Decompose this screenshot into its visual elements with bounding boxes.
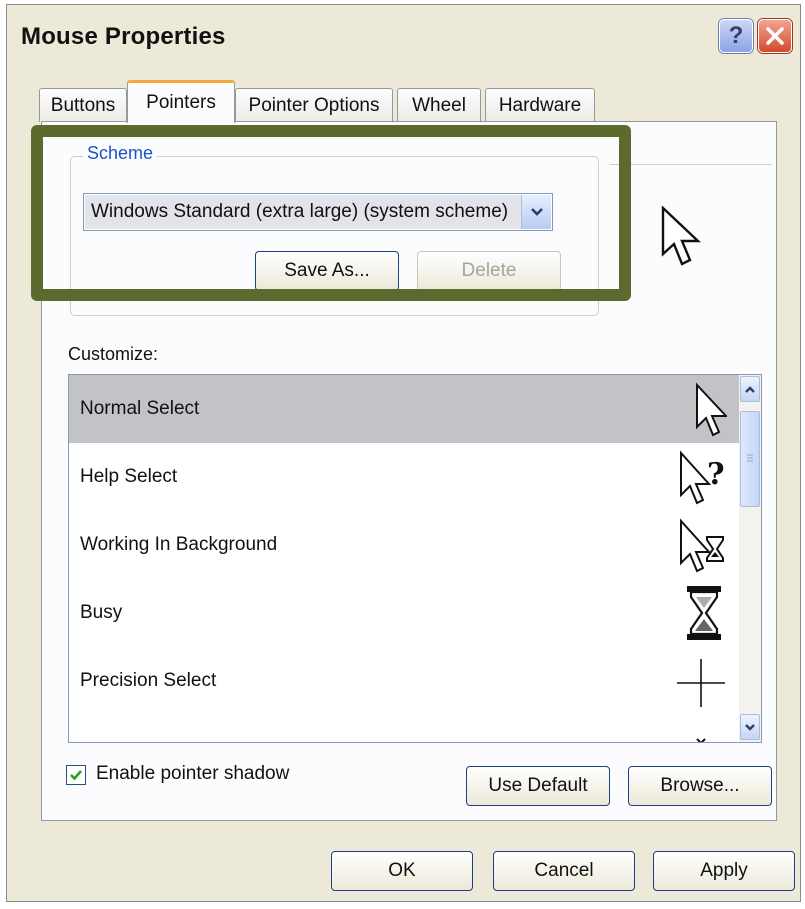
scroll-down-button[interactable] <box>740 714 760 740</box>
cancel-button[interactable]: Cancel <box>493 851 635 891</box>
tab-pointers[interactable]: Pointers <box>127 80 235 123</box>
list-item[interactable]: Help Select ? <box>69 443 741 511</box>
chevron-up-icon <box>745 385 755 393</box>
list-item[interactable]: Working In Background <box>69 511 741 579</box>
window-title: Mouse Properties <box>21 23 226 50</box>
scroll-up-button[interactable] <box>740 376 760 402</box>
scheme-dropdown[interactable]: Windows Standard (extra large) (system s… <box>83 193 553 231</box>
scheme-group: Scheme Windows Standard (extra large) (s… <box>70 143 599 316</box>
pointer-shadow-checkbox[interactable] <box>66 765 86 785</box>
cursor-list[interactable]: Normal Select Help Select ? Working In B… <box>68 374 762 743</box>
list-item-label: Precision Select <box>80 670 217 691</box>
grip-icon <box>747 454 753 462</box>
scroll-thumb[interactable] <box>740 411 760 507</box>
scheme-dropdown-button[interactable] <box>521 195 551 229</box>
list-item-label: Working In Background <box>80 534 278 555</box>
help-button[interactable]: ? <box>719 19 753 53</box>
svg-text:?: ? <box>707 457 725 492</box>
list-scrollbar[interactable] <box>739 375 761 742</box>
mouse-properties-window: Mouse Properties ? Buttons Pointers Poin… <box>6 4 801 902</box>
list-item-label: Normal Select <box>80 398 200 419</box>
title-bar: Mouse Properties ? <box>7 5 800 69</box>
delete-button[interactable]: Delete <box>417 251 561 291</box>
save-as-button[interactable]: Save As... <box>255 251 399 291</box>
crosshair-icon <box>677 659 725 707</box>
tab-buttons[interactable]: Buttons <box>39 88 127 122</box>
list-item-partial[interactable] <box>69 715 741 742</box>
close-icon <box>766 27 784 45</box>
arrow-cursor-icon <box>696 382 727 437</box>
ok-button[interactable]: OK <box>331 851 473 891</box>
list-item[interactable]: Busy <box>69 579 741 647</box>
tab-pointer-options[interactable]: Pointer Options <box>235 88 393 122</box>
apply-button[interactable]: Apply <box>653 851 795 891</box>
scheme-legend: Scheme <box>83 143 158 164</box>
help-cursor-icon: ? <box>680 450 725 505</box>
pointers-panel: Scheme Windows Standard (extra large) (s… <box>41 121 777 821</box>
text-select-cursor-icon <box>696 738 706 742</box>
browse-button[interactable]: Browse... <box>628 766 772 806</box>
list-item[interactable]: Precision Select <box>69 647 741 715</box>
hourglass-icon <box>687 586 721 640</box>
scheme-selected-value: Windows Standard (extra large) (system s… <box>85 195 521 229</box>
pointer-shadow-label: Enable pointer shadow <box>96 763 290 784</box>
close-button[interactable] <box>758 19 792 53</box>
working-cursor-icon <box>680 518 724 573</box>
tab-hardware[interactable]: Hardware <box>485 88 595 122</box>
tab-wheel[interactable]: Wheel <box>397 88 481 122</box>
list-item[interactable]: Normal Select <box>69 375 741 443</box>
customize-label: Customize: <box>68 344 159 364</box>
checkmark-icon <box>70 770 82 781</box>
chevron-down-icon <box>745 723 755 731</box>
chevron-down-icon <box>530 208 543 216</box>
list-item-label: Busy <box>80 602 123 623</box>
pointer-preview-icon <box>661 206 702 266</box>
list-item-label: Help Select <box>80 466 178 487</box>
preview-divider <box>610 164 772 165</box>
use-default-button[interactable]: Use Default <box>466 766 610 806</box>
